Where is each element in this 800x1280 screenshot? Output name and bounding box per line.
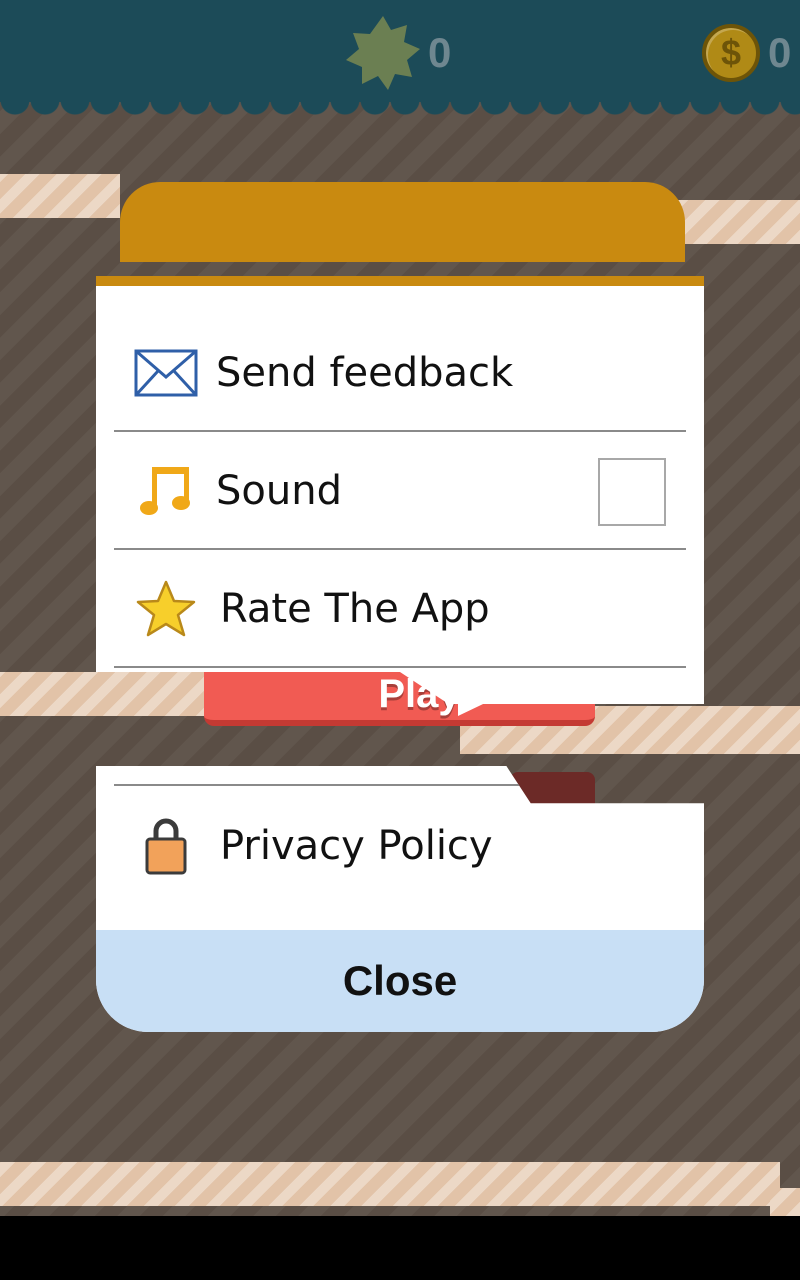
close-button[interactable]: Close — [96, 930, 704, 1032]
menu-item-sound[interactable]: Sound — [114, 432, 686, 550]
envelope-icon — [134, 341, 198, 405]
menu-item-label: Rate The App — [220, 586, 490, 632]
menu-item-rate-the-app[interactable]: Rate The App — [114, 550, 686, 668]
stripe-band — [0, 1162, 780, 1206]
menu-item-privacy-policy[interactable]: Privacy Policy — [114, 786, 686, 906]
coin-icon: $ — [702, 24, 760, 82]
stars-counter: 0 — [346, 16, 452, 90]
close-button-label: Close — [342, 957, 458, 1004]
coin-symbol: $ — [720, 32, 742, 73]
menu-item-label: Sound — [216, 468, 342, 514]
title-banner — [120, 182, 685, 262]
stripe-band — [0, 174, 120, 218]
top-bar: 0 $ 0 — [0, 0, 800, 102]
divider — [114, 666, 686, 668]
stripe-band — [770, 1188, 800, 1216]
stars-count: 0 — [428, 29, 452, 76]
menu-item-label: Privacy Policy — [220, 823, 493, 869]
coins-count: 0 — [768, 29, 792, 76]
star-badge-icon — [346, 16, 420, 90]
settings-dialog-lower: Privacy Policy Close — [96, 766, 704, 1032]
music-note-icon — [134, 459, 198, 523]
menu-item-send-feedback[interactable]: Send feedback — [114, 314, 686, 432]
settings-dialog: Send feedback Sound Rate The App — [96, 276, 704, 672]
stripe-band — [0, 672, 210, 716]
padlock-icon — [134, 814, 198, 878]
star-icon — [134, 577, 198, 641]
sound-checkbox[interactable] — [598, 458, 666, 526]
menu-item-label: Send feedback — [216, 350, 514, 396]
top-bar-scallop-edge — [0, 100, 800, 116]
navigation-bar — [0, 1216, 800, 1280]
coins-counter: $ 0 — [702, 18, 791, 88]
